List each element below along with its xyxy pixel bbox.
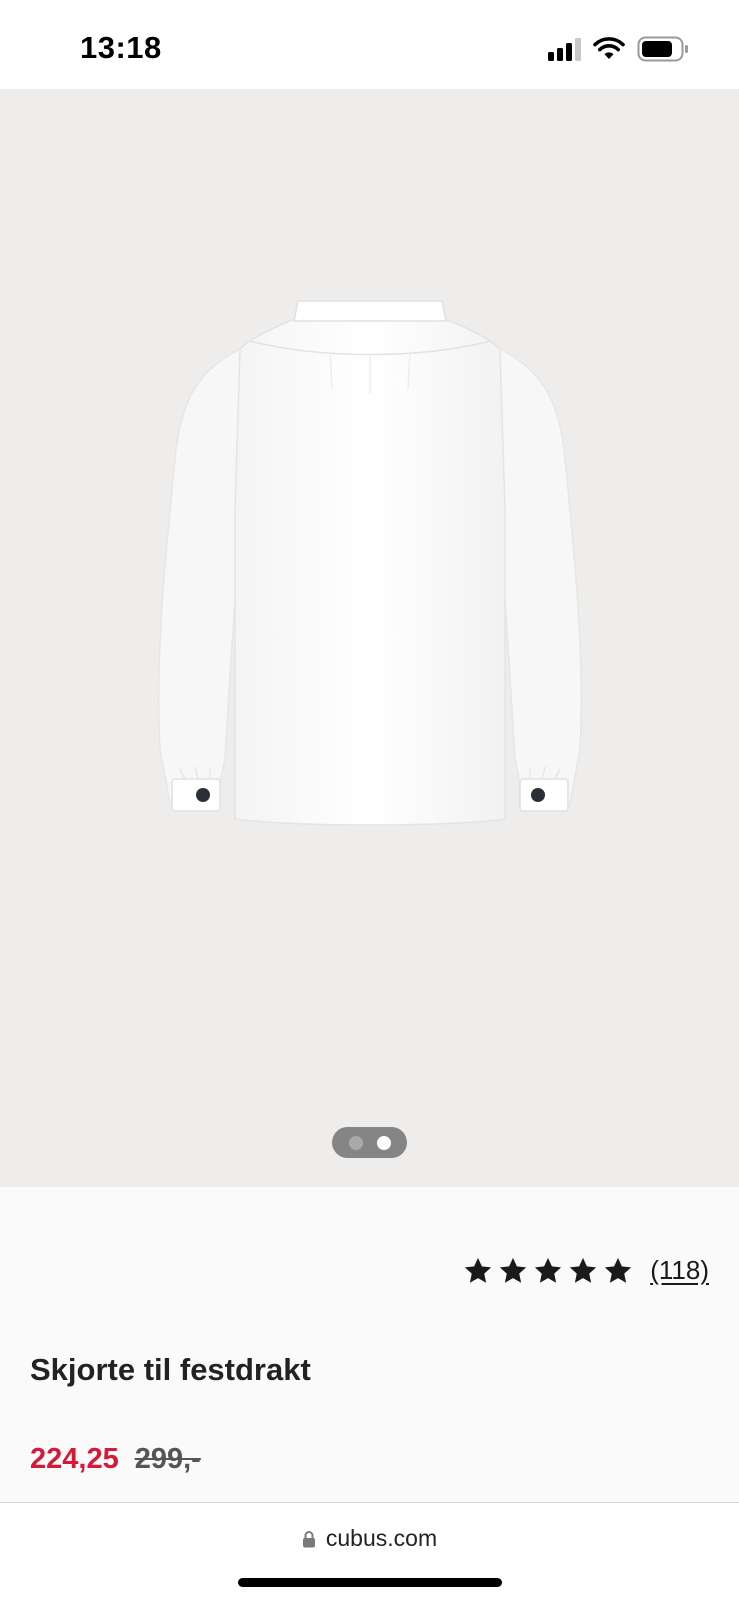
pager-dot-2[interactable] [376, 1135, 391, 1150]
wifi-icon [593, 37, 625, 59]
url-text: cubus.com [325, 1525, 438, 1551]
product-info: (118) Skjorte til festdrakt 224,25 299,- [0, 1187, 739, 1502]
status-time: 13:18 [80, 30, 162, 65]
status-icons [548, 36, 689, 62]
url-display[interactable]: cubus.com [0, 1525, 739, 1552]
status-bar: 13:18 [0, 0, 739, 89]
cellular-signal-icon [548, 37, 581, 61]
star-icon [465, 1257, 492, 1283]
home-indicator[interactable] [238, 1578, 502, 1587]
original-price: 299,- [134, 1443, 201, 1475]
price-row: 224,25 299,- [30, 1443, 201, 1476]
star-icon [535, 1257, 562, 1283]
lock-icon [302, 1530, 315, 1547]
image-pager[interactable] [332, 1127, 407, 1158]
star-icon [605, 1257, 632, 1283]
star-icon [570, 1257, 597, 1283]
product-image [157, 300, 583, 826]
browser-url-bar[interactable]: cubus.com [0, 1502, 739, 1600]
pager-dot-1[interactable] [348, 1135, 363, 1150]
star-icon [500, 1257, 527, 1283]
sale-price: 224,25 [30, 1443, 119, 1475]
product-rating[interactable]: (118) [463, 1255, 709, 1286]
product-title: Skjorte til festdrakt [30, 1352, 311, 1387]
battery-icon [637, 36, 688, 62]
review-count-link[interactable]: (118) [650, 1255, 709, 1286]
product-gallery[interactable] [0, 89, 739, 1187]
